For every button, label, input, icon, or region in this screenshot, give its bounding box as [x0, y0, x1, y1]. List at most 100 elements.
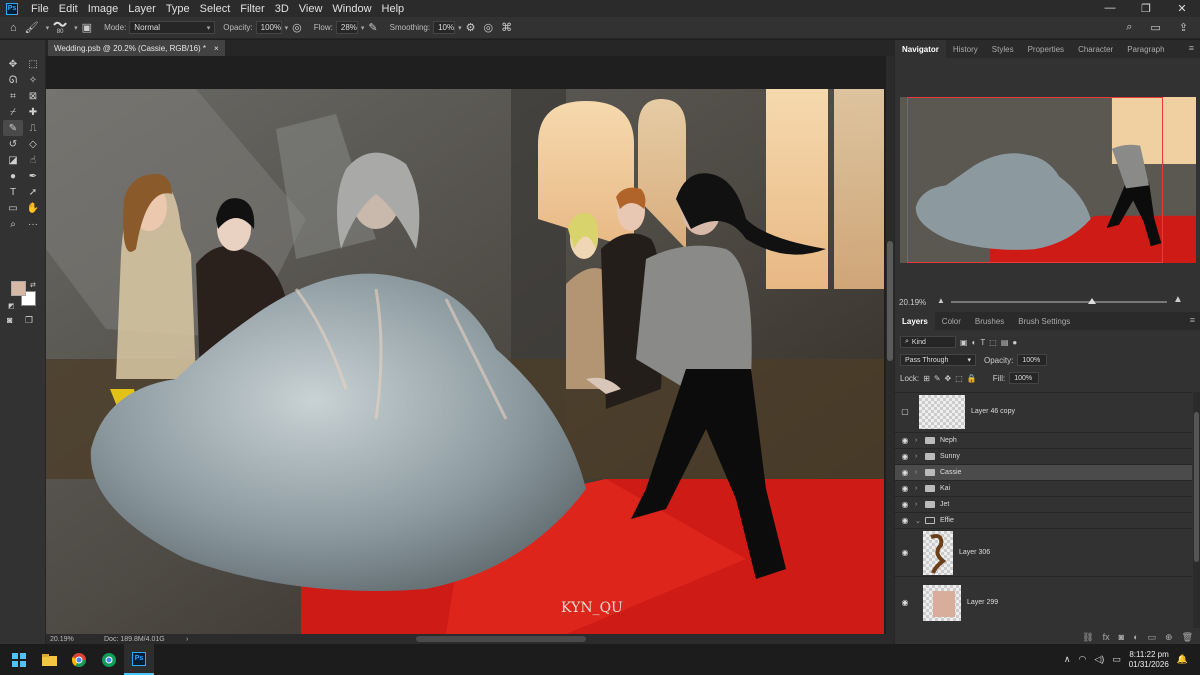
eye-icon[interactable]: ◉ — [895, 500, 915, 509]
status-menu-arrow-icon[interactable]: › — [186, 636, 188, 643]
crop-tool-icon[interactable]: ⌗ — [3, 88, 23, 104]
chevron-down-icon[interactable]: ▾ — [458, 24, 462, 32]
pen-tool-icon[interactable]: ✒ — [23, 168, 43, 184]
filter-shape-icon[interactable]: ⬚ — [989, 338, 997, 347]
eye-icon[interactable]: ◉ — [895, 452, 915, 461]
pressure-size-icon[interactable]: ◎ — [483, 21, 493, 34]
eye-icon[interactable]: ◉ — [895, 548, 915, 557]
dodge-tool-icon[interactable]: ● — [3, 168, 23, 184]
navigator-view-box[interactable] — [907, 97, 1163, 263]
menu-image[interactable]: Image — [83, 3, 124, 15]
eyedropper-tool-icon[interactable]: ⌿ — [3, 104, 23, 120]
zoom-in-mountain-icon[interactable]: ▲ — [1173, 294, 1183, 305]
brush-settings-toggle-icon[interactable]: ▣ — [82, 21, 92, 34]
quick-mask-icon[interactable]: ◙ — [7, 315, 12, 325]
navigator-zoom-value[interactable]: 20.19% — [899, 298, 926, 307]
artwork-canvas[interactable] — [46, 89, 884, 634]
file-explorer-icon[interactable] — [34, 644, 64, 675]
panel-menu-icon[interactable]: ≡ — [1189, 43, 1194, 53]
scrollbar-thumb[interactable] — [887, 241, 893, 361]
more-tools-icon[interactable]: ··· — [23, 216, 43, 232]
new-layer-icon[interactable]: ⊕ — [1165, 632, 1173, 643]
brush-tool-active-icon[interactable]: ✎ — [3, 120, 23, 136]
tab-brushes[interactable]: Brushes — [968, 312, 1011, 330]
menu-select[interactable]: Select — [195, 3, 236, 15]
eye-icon[interactable]: ◉ — [895, 484, 915, 493]
layer-kind-filter[interactable]: ⌕ Kind — [900, 336, 956, 348]
trash-icon[interactable]: 🗑 — [1182, 632, 1193, 643]
share-icon[interactable]: ⇪ — [1179, 21, 1188, 34]
chevron-right-icon[interactable]: › — [915, 453, 923, 460]
minimize-icon[interactable]: — — [1092, 2, 1128, 15]
status-zoom[interactable]: 20.19% — [50, 636, 92, 643]
mode-select[interactable]: Normal ▾ — [129, 21, 216, 34]
add-mask-icon[interactable]: ◙ — [1119, 632, 1124, 642]
lock-position-icon[interactable]: ✥ — [945, 374, 952, 383]
lock-pixels-icon[interactable]: ✎ — [934, 374, 941, 383]
filter-pixel-icon[interactable]: ▣ — [960, 338, 968, 347]
lasso-tool-icon[interactable]: ᘏ — [3, 72, 23, 88]
screen-mode-icon[interactable]: ❐ — [25, 315, 33, 326]
lock-transparent-icon[interactable]: ⊞ — [923, 374, 930, 383]
chevron-right-icon[interactable]: › — [915, 485, 923, 492]
group-row-selected[interactable]: ◉ › Cassie — [895, 464, 1192, 480]
chevron-right-icon[interactable]: › — [915, 437, 923, 444]
search-icon[interactable]: ⌕ — [1126, 21, 1132, 34]
fx-icon[interactable]: fx — [1103, 632, 1110, 642]
layer-row[interactable]: ▢ Layer 46 copy — [895, 392, 1192, 430]
menu-help[interactable]: Help — [377, 3, 410, 15]
close-window-icon[interactable]: ✕ — [1164, 2, 1200, 15]
group-row[interactable]: ◉ › Sunny — [895, 448, 1192, 464]
filter-smart-object-icon[interactable]: ▤ — [1001, 338, 1009, 347]
menu-window[interactable]: Window — [327, 3, 376, 15]
brush-preset-picker[interactable]: 80 — [53, 20, 67, 35]
wifi-icon[interactable]: ◠ — [1078, 654, 1086, 665]
restore-icon[interactable]: ❐ — [1128, 2, 1164, 15]
tab-color[interactable]: Color — [935, 312, 968, 330]
zoom-out-mountain-icon[interactable]: ▲ — [937, 296, 945, 305]
canvas-vertical-scrollbar[interactable] — [886, 56, 894, 634]
chrome-profile-icon[interactable] — [94, 644, 124, 675]
smoothing-settings-gear-icon[interactable]: ⚙ — [466, 21, 476, 34]
brush-tool-icon[interactable]: 🖌 — [25, 21, 39, 34]
windows-start-icon[interactable] — [4, 644, 34, 675]
swap-colors-icon[interactable]: ⇄ — [30, 281, 36, 289]
menu-file[interactable]: File — [26, 3, 54, 15]
notification-bell-icon[interactable]: 🔔 — [1177, 654, 1188, 665]
group-row-expanded[interactable]: ◉ ⌄ Effie — [895, 512, 1192, 528]
symmetry-icon[interactable]: ⌘ — [501, 21, 512, 34]
paint-bucket-icon[interactable]: ◪ — [3, 152, 23, 168]
clock[interactable]: 8:11:22 pm 01/31/2026 — [1129, 650, 1169, 670]
lock-artboard-icon[interactable]: ⬚ — [955, 374, 963, 383]
frame-tool-icon[interactable]: ⊠ — [23, 88, 43, 104]
menu-edit[interactable]: Edit — [54, 3, 83, 15]
eye-icon[interactable]: ◉ — [895, 516, 915, 525]
chrome-icon[interactable] — [64, 644, 94, 675]
filter-adjustment-icon[interactable]: ◐ — [972, 338, 977, 347]
group-row[interactable]: ◉ › Kai — [895, 480, 1192, 496]
visibility-toggle-off-icon[interactable]: ▢ — [895, 407, 915, 416]
layer-opacity-input[interactable]: 100% — [1017, 354, 1048, 366]
tab-paragraph[interactable]: Paragraph — [1120, 40, 1171, 58]
tab-layers[interactable]: Layers — [895, 312, 935, 330]
chevron-down-icon[interactable]: ▾ — [361, 24, 365, 32]
menu-layer[interactable]: Layer — [123, 3, 161, 15]
type-tool-icon[interactable]: T — [3, 184, 23, 200]
layer-row[interactable]: ◉ Layer 306 — [895, 528, 1192, 576]
chevron-right-icon[interactable]: › — [915, 469, 923, 476]
home-icon[interactable]: ⌂ — [10, 22, 17, 34]
tab-properties[interactable]: Properties — [1021, 40, 1071, 58]
eraser-tool-icon[interactable]: ◇ — [23, 136, 43, 152]
adjustment-layer-icon[interactable]: ◐ — [1133, 632, 1138, 642]
menu-view[interactable]: View — [294, 3, 328, 15]
eye-icon[interactable]: ◉ — [895, 436, 915, 445]
pressure-opacity-icon[interactable]: ◎ — [292, 21, 302, 34]
tab-history[interactable]: History — [946, 40, 985, 58]
fill-input[interactable]: 100% — [1009, 372, 1040, 384]
path-selection-icon[interactable]: ➚ — [23, 184, 43, 200]
chevron-up-icon[interactable]: ∧ — [1064, 654, 1071, 665]
lock-all-icon[interactable]: 🔒 — [967, 374, 977, 383]
canvas-area[interactable]: KYN_QU — [46, 56, 886, 634]
workspace-icon[interactable]: ▭ — [1150, 21, 1160, 34]
history-brush-icon[interactable]: ↺ — [3, 136, 23, 152]
